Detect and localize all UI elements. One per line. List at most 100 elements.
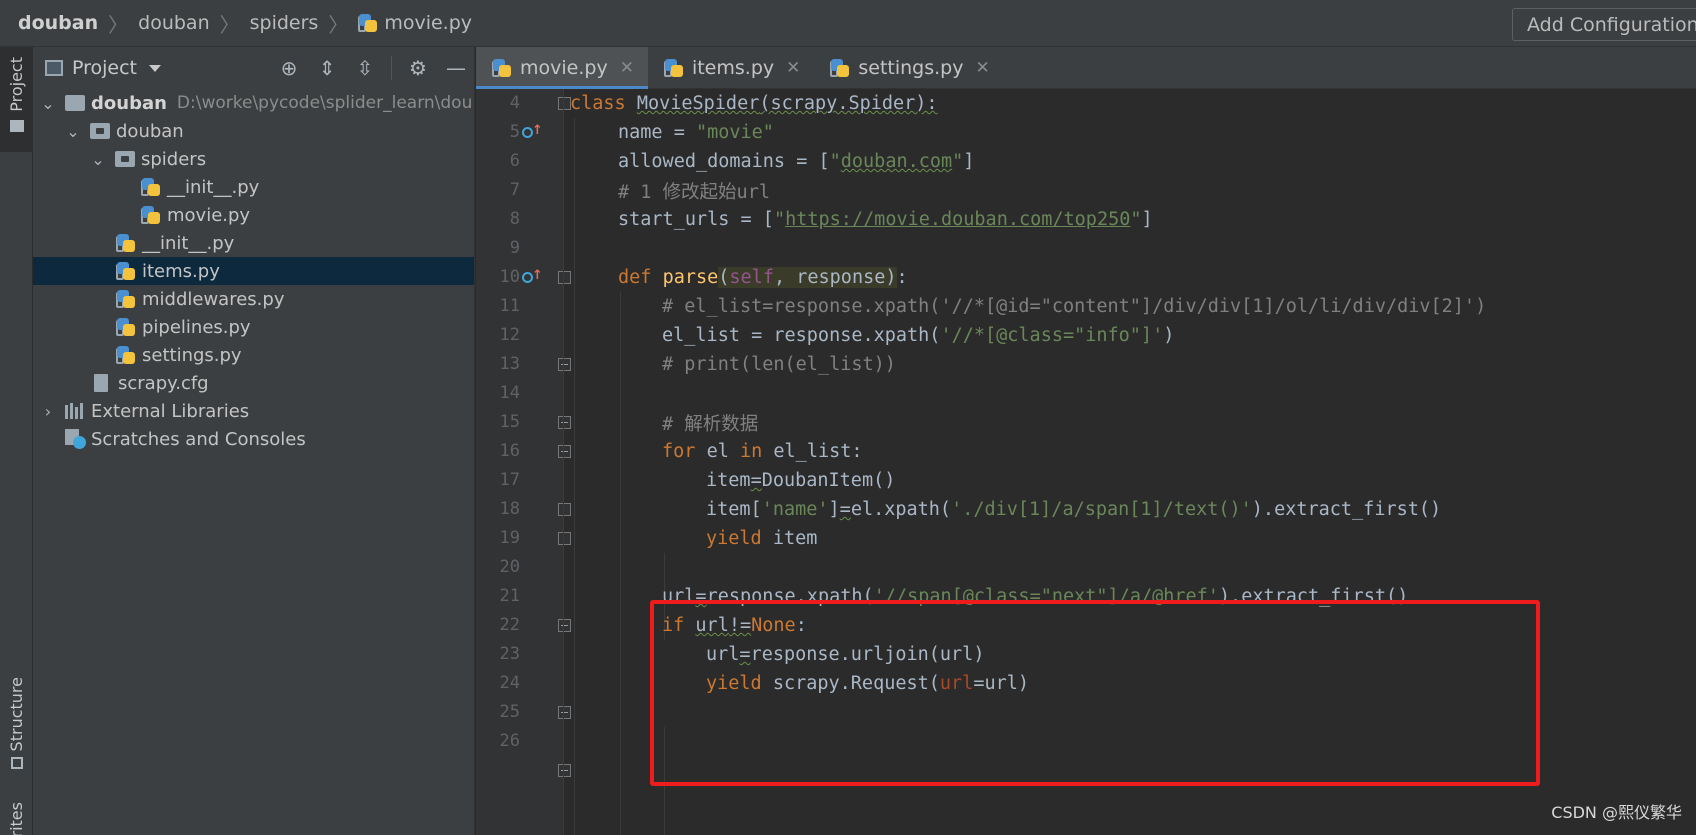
line-number: 4 (509, 93, 520, 113)
project-tool-tab-label: Project (7, 57, 26, 112)
code-line: # print(len(el_list)) (662, 354, 896, 375)
package-folder-icon (115, 151, 135, 167)
code-line: # 1 修改起始url (618, 181, 770, 203)
tree-item-spiders[interactable]: ⌄ spiders (33, 145, 474, 173)
favorites-tool-tab[interactable]: rites (0, 802, 33, 835)
line-number: 25 (499, 702, 520, 722)
chevron-down-icon[interactable] (149, 64, 162, 72)
code-line: item = DoubanItem() (706, 470, 896, 491)
line-number: 6 (509, 151, 520, 171)
tree-item-label: douban (91, 92, 167, 114)
scratches-icon (65, 429, 87, 449)
watermark: CSDN @熙仪繁华 (1551, 803, 1682, 822)
structure-tool-tab-label: Structure (7, 677, 26, 752)
tree-item-settings[interactable]: settings.py (33, 341, 474, 369)
breadcrumb-item-file[interactable]: movie.py (384, 12, 472, 34)
tree-item-init[interactable]: __init__.py (33, 229, 474, 257)
structure-tool-tab[interactable]: Structure (0, 677, 33, 770)
collapse-all-icon[interactable]: ⇳ (353, 56, 377, 80)
code-line: name = "movie" (618, 122, 774, 143)
tree-item-scrapy-cfg[interactable]: scrapy.cfg (33, 369, 474, 397)
code-line: if url != None: (662, 615, 807, 636)
minimize-icon[interactable]: — (444, 56, 468, 80)
config-file-icon (94, 374, 108, 392)
tree-item-root[interactable]: ⌄ douban D:\worke\pycode\splider_learn\d… (33, 89, 474, 117)
navigation-bar: douban 〉 douban 〉 spiders 〉 movie.py Add… (0, 0, 1696, 47)
tree-item-external-libraries[interactable]: › External Libraries (33, 397, 474, 425)
tab-items-py[interactable]: items.py ✕ (648, 47, 814, 89)
close-icon[interactable]: ✕ (786, 58, 800, 78)
locate-file-icon[interactable]: ⊕ (277, 56, 301, 80)
breadcrumb: douban 〉 douban 〉 spiders 〉 movie.py (0, 0, 472, 47)
line-number: 12 (499, 325, 520, 345)
python-file-icon (492, 58, 512, 78)
tree-item-douban-package[interactable]: ⌄ douban (33, 117, 474, 145)
editor-gutter: 4 5 6 7 8 9 10 11 12 13 14 15 16 17 18 1… (476, 89, 571, 835)
breadcrumb-separator-icon: 〉 (108, 12, 129, 37)
expand-all-icon[interactable]: ⇕ (315, 56, 339, 80)
chevron-down-icon[interactable]: ⌄ (91, 150, 105, 169)
tree-item-items[interactable]: items.py (33, 257, 474, 285)
line-number: 11 (499, 296, 520, 316)
tab-movie-py[interactable]: movie.py ✕ (476, 47, 648, 89)
tree-item-spiders-init[interactable]: __init__.py (33, 173, 474, 201)
close-icon[interactable]: ✕ (976, 58, 990, 78)
toolbar-divider (391, 56, 392, 80)
project-tool-tab[interactable]: Project (0, 47, 33, 152)
code-line: el_list = response.xpath('//*[@class="in… (662, 325, 1175, 346)
code-line: item['name'] = el.xpath('./div[1]/a/span[1… (706, 499, 1442, 520)
tree-item-pipelines[interactable]: pipelines.py (33, 313, 474, 341)
breadcrumb-item-spiders[interactable]: spiders (250, 12, 319, 34)
override-marker-icon[interactable]: ↑ (520, 267, 543, 287)
add-configuration-button[interactable]: Add Configuration... (1512, 8, 1696, 41)
package-folder-icon (90, 123, 110, 139)
line-number: 10 (499, 267, 520, 287)
chevron-down-icon[interactable]: ⌄ (41, 94, 55, 113)
breadcrumb-item-package[interactable]: douban (138, 12, 209, 34)
project-view-icon (45, 60, 63, 76)
indent-guide (620, 292, 621, 835)
code-line: class MovieSpider (scrapy.Spider): (570, 93, 938, 114)
code-line: start_urls = [" https://movie.douban.com/… (618, 209, 1153, 230)
chevron-right-icon[interactable]: › (41, 402, 55, 421)
structure-icon (10, 757, 23, 770)
tree-item-label: settings.py (142, 344, 242, 366)
python-file-icon (116, 289, 136, 309)
code-line: for el in el_list: (662, 441, 863, 462)
line-number: 19 (499, 528, 520, 548)
code-editor[interactable]: 4 5 6 7 8 9 10 11 12 13 14 15 16 17 18 1… (476, 89, 1696, 835)
gear-icon[interactable]: ⚙ (406, 56, 430, 80)
chevron-down-icon[interactable]: ⌄ (66, 122, 80, 141)
override-marker-icon[interactable]: ↑ (520, 122, 543, 142)
breadcrumb-separator-icon: 〉 (219, 12, 240, 37)
line-number: 20 (499, 557, 520, 577)
line-number: 9 (509, 238, 520, 258)
tree-item-path: D:\worke\pycode\splider_learn\dou (176, 93, 473, 113)
tab-settings-py[interactable]: settings.py ✕ (814, 47, 1003, 89)
tree-item-scratches[interactable]: Scratches and Consoles (33, 425, 474, 453)
code-line: url = response.urljoin(url) (706, 644, 985, 665)
line-number: 23 (499, 644, 520, 664)
line-number: 13 (499, 354, 520, 374)
tree-item-middlewares[interactable]: middlewares.py (33, 285, 474, 313)
line-number: 14 (499, 383, 520, 403)
python-file-icon (116, 345, 136, 365)
python-file-icon (116, 233, 136, 253)
code-line: # 解析数据 (662, 413, 759, 435)
close-icon[interactable]: ✕ (620, 58, 634, 78)
project-view-selector[interactable]: Project (72, 57, 137, 79)
breadcrumb-item-project[interactable]: douban (18, 12, 98, 34)
python-file-icon (830, 58, 850, 78)
folder-icon (65, 95, 85, 111)
code-line: allowed_domains = [" douban.com "] (618, 151, 975, 172)
code-line: def parse(self, response): (618, 267, 908, 288)
tree-item-label: items.py (142, 260, 220, 282)
breadcrumb-separator-icon: 〉 (328, 12, 349, 37)
project-panel-header: Project ⊕ ⇕ ⇳ ⚙ — (33, 47, 474, 89)
code-area[interactable]: class MovieSpider (scrapy.Spider): name =… (564, 89, 1696, 835)
tree-item-label: pipelines.py (142, 316, 251, 338)
tree-item-label: __init__.py (142, 232, 235, 254)
tree-item-movie[interactable]: movie.py (33, 201, 474, 229)
url-link[interactable]: https://movie.douban.com/top250 (785, 209, 1130, 230)
line-number: 5 (509, 122, 520, 142)
